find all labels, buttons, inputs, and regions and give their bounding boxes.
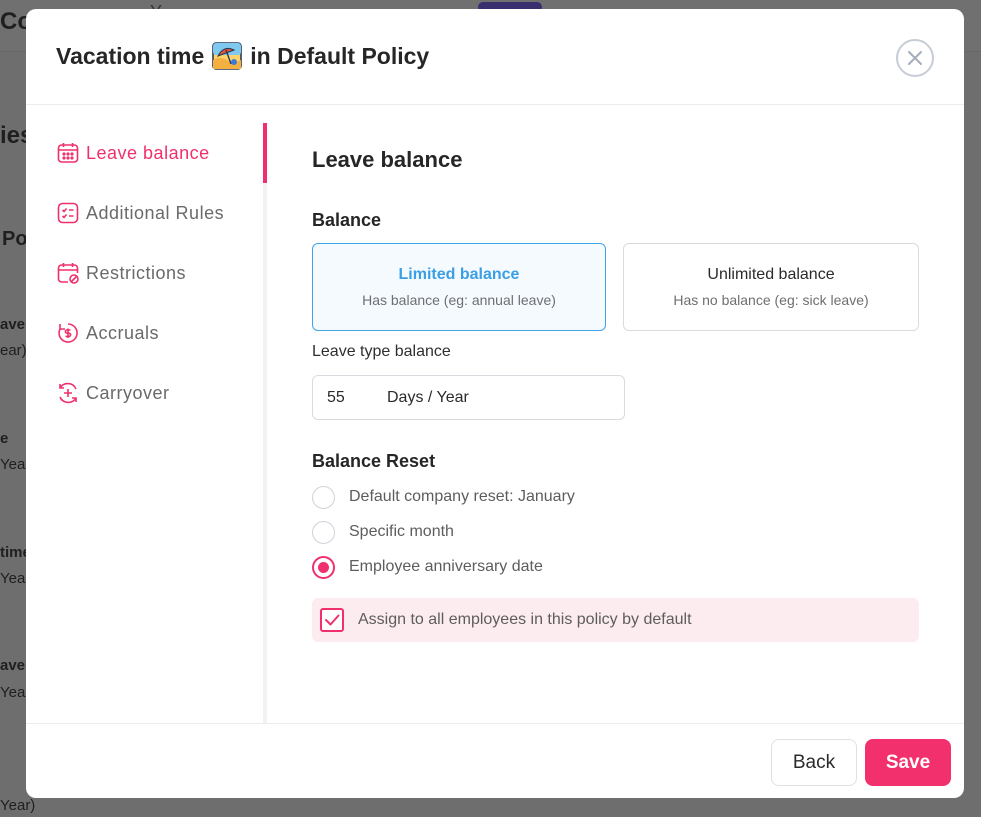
background-row-sub: Year) (0, 797, 36, 814)
reset-option-label: Specific month (349, 523, 454, 540)
sidebar-item-label: Carryover (86, 382, 170, 403)
background-row-title: ave (0, 657, 26, 674)
sidebar-item-label: Restrictions (86, 262, 187, 283)
dollar-cycle-icon (56, 321, 80, 345)
assign-label: Assign to all employees in this policy b… (358, 611, 692, 628)
sidebar-item-label: Additional Rules (86, 202, 225, 223)
calendar-block-icon (56, 261, 80, 285)
back-button[interactable]: Back (771, 739, 857, 786)
reset-option-specific-month[interactable]: Specific month (312, 520, 454, 544)
reset-option-label: Default company reset: January (349, 488, 575, 505)
modal-footer: Back Save (26, 723, 964, 798)
sidebar-item-carryover[interactable]: Carryover (56, 378, 170, 408)
close-button[interactable] (896, 39, 934, 77)
save-button[interactable]: Save (865, 739, 951, 786)
card-subtitle: Has no balance (eg: sick leave) (673, 292, 869, 308)
reset-option-anniversary[interactable]: Employee anniversary date (312, 555, 543, 579)
card-title: Unlimited balance (707, 266, 835, 283)
assign-checkbox[interactable] (320, 608, 344, 632)
section-title: Leave balance (312, 147, 463, 172)
sidebar-active-indicator (263, 123, 267, 183)
sidebar-item-restrictions[interactable]: Restrictions (56, 258, 186, 288)
balance-heading: Balance (312, 210, 382, 230)
background-row-sub: ear) (0, 342, 27, 359)
sidebar-item-label: Leave balance (86, 142, 210, 163)
balance-reset-heading: Balance Reset (312, 451, 436, 471)
sidebar-item-label: Accruals (86, 322, 160, 343)
background-row-title: e (0, 430, 9, 447)
radio-button[interactable] (312, 485, 335, 509)
radio-button-selected[interactable] (312, 555, 335, 579)
sidebar-item-leave-balance[interactable]: Leave balance (56, 138, 210, 168)
reset-option-default-company[interactable]: Default company reset: January (312, 485, 575, 509)
check-icon (325, 614, 340, 626)
background-row-title: ave (0, 316, 26, 333)
card-subtitle: Has balance (eg: annual leave) (362, 292, 556, 308)
limited-balance-card[interactable]: Limited balance Has balance (eg: annual … (312, 243, 606, 331)
background-policy-label: Po (2, 228, 28, 250)
beach-umbrella-icon (212, 42, 243, 70)
leave-balance-input[interactable]: 55 Days / Year (312, 375, 625, 420)
leave-policy-modal: Vacation time in Default Policy Leave ba… (26, 9, 964, 798)
calendar-icon (56, 141, 80, 165)
radio-button[interactable] (312, 520, 335, 544)
modal-header: Vacation time in Default Policy (26, 9, 964, 105)
sidebar-item-additional-rules[interactable]: Additional Rules (56, 198, 224, 228)
modal-title: Vacation time in Default Policy (56, 42, 429, 70)
sidebar-item-accruals[interactable]: Accruals (56, 318, 159, 348)
plus-cycle-icon (56, 381, 80, 405)
assign-default-option[interactable]: Assign to all employees in this policy b… (312, 598, 919, 642)
checklist-icon (56, 201, 80, 225)
close-icon (908, 51, 922, 65)
balance-unit: Days / Year (387, 388, 469, 406)
sidebar-divider (263, 123, 267, 723)
card-title: Limited balance (398, 266, 520, 283)
unlimited-balance-card[interactable]: Unlimited balance Has no balance (eg: si… (623, 243, 919, 331)
modal-title-prefix: Vacation time (56, 42, 205, 69)
reset-option-label: Employee anniversary date (349, 558, 543, 575)
leave-type-balance-label: Leave type balance (312, 343, 451, 360)
balance-value: 55 (327, 388, 345, 406)
modal-title-suffix: in Default Policy (250, 42, 430, 69)
